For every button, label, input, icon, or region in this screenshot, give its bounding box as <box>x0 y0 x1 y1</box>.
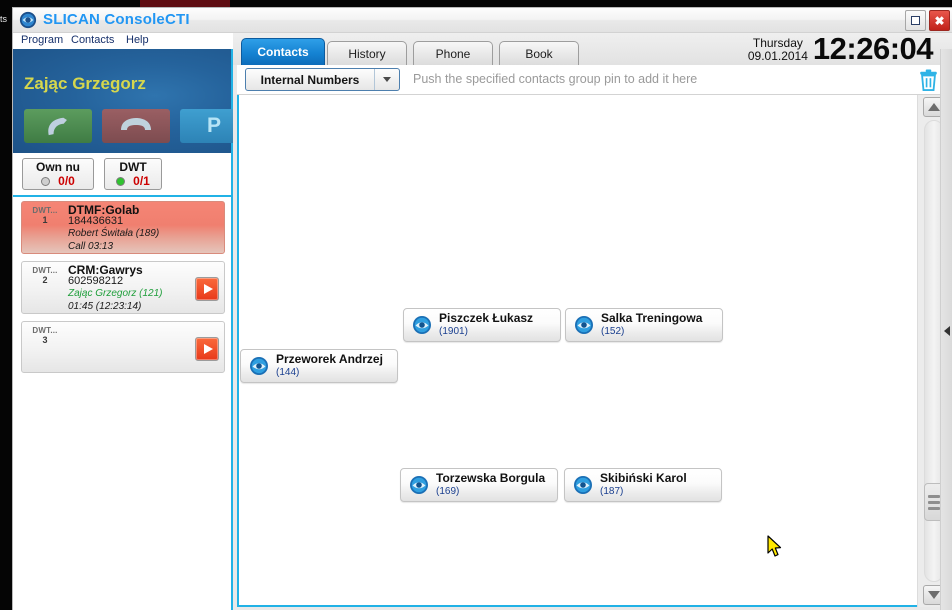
call-list-item[interactable]: DWT... 2 CRM:Gawrys 602598212 Zając Grze… <box>21 261 225 314</box>
call-number: 184436631 <box>68 215 124 227</box>
contact-globe-icon <box>410 476 428 494</box>
call-line-label: DWT... <box>32 326 58 335</box>
application-window: SLICAN ConsoleCTI ✖ Program Contacts Hel… <box>12 7 952 610</box>
contact-globe-icon <box>574 476 592 494</box>
tab-contacts[interactable]: Contacts <box>241 38 325 65</box>
play-icon <box>203 284 213 294</box>
handset-hangup-icon <box>121 118 151 130</box>
tab-history[interactable]: History <box>327 41 407 65</box>
collapse-panel-strip[interactable] <box>940 49 952 610</box>
close-window-icon: ✖ <box>934 13 945 28</box>
title-bar: SLICAN ConsoleCTI ✖ <box>13 8 952 33</box>
call-duration: Call 03:13 <box>68 241 114 252</box>
status-chip-label: Own nu <box>36 160 80 174</box>
group-drop-hint: Push the specified contacts group pin to… <box>413 72 698 86</box>
status-chip-count: 0/0 <box>58 174 75 188</box>
contact-card[interactable]: Piszczek Łukasz (1901) <box>403 308 561 342</box>
call-line-number: 2 <box>42 275 48 285</box>
park-icon: P <box>206 114 221 137</box>
contact-extension: (144) <box>276 367 300 378</box>
tab-book[interactable]: Book <box>499 41 579 65</box>
main-panel: Contacts History Phone Book Thursday 09.… <box>233 33 952 610</box>
status-chip-label: DWT <box>119 160 147 174</box>
contacts-canvas[interactable]: Piszczek Łukasz (1901) Salka Treningowa … <box>237 95 917 607</box>
contact-globe-icon <box>575 316 593 334</box>
app-title: SLICAN ConsoleCTI <box>43 11 190 28</box>
call-duration: 01:45 (12:23:14) <box>68 301 142 312</box>
desktop-edge-text: ts <box>0 14 8 24</box>
group-select-arrow[interactable] <box>374 69 399 90</box>
mouse-cursor <box>767 535 782 557</box>
contact-card[interactable]: Torzewska Borgula (169) <box>400 468 558 502</box>
status-chip-dwt[interactable]: DWT 0/1 <box>104 158 162 190</box>
play-icon <box>203 344 213 354</box>
contact-name: Przeworek Andrzej <box>276 352 383 366</box>
scroll-thumb-grip <box>928 506 940 510</box>
contact-card[interactable]: Przeworek Andrzej (144) <box>240 349 398 383</box>
call-line-label: DWT... <box>32 206 58 215</box>
clock-date-block: Thursday 09.01.2014 <box>748 35 808 63</box>
restore-window-icon <box>911 16 920 25</box>
trash-icon[interactable] <box>918 69 939 91</box>
call-line-label: DWT... <box>32 266 58 275</box>
left-panel: Zając Grzegorz P Own nu 0/0 DWT 0/1 DWT.… <box>13 49 248 610</box>
hangup-call-button[interactable] <box>102 109 170 143</box>
contact-extension: (1901) <box>439 326 468 337</box>
answer-call-button[interactable] <box>24 109 92 143</box>
user-panel: Zając Grzegorz P <box>13 49 248 153</box>
call-line-number: 1 <box>42 215 48 225</box>
group-select-value: Internal Numbers <box>260 72 360 87</box>
play-recording-button[interactable] <box>195 277 219 301</box>
status-led-icon <box>41 176 51 186</box>
scroll-down-arrow-icon <box>928 591 940 599</box>
contact-name: Torzewska Borgula <box>436 471 546 485</box>
scroll-thumb-grip <box>928 500 940 504</box>
status-led-icon <box>116 176 126 186</box>
contact-card[interactable]: Salka Treningowa (152) <box>565 308 723 342</box>
group-bar: Internal Numbers Push the specified cont… <box>237 65 949 95</box>
contact-globe-icon <box>250 357 268 375</box>
collapse-panel-left-arrow-icon[interactable] <box>944 326 950 336</box>
menu-item-contacts[interactable]: Contacts <box>71 34 114 46</box>
contact-extension: (152) <box>601 326 625 337</box>
close-window-button[interactable]: ✖ <box>929 10 950 31</box>
contact-name: Skibiński Karol <box>600 471 687 485</box>
clock-date: 09.01.2014 <box>747 49 808 63</box>
group-select[interactable]: Internal Numbers <box>245 68 400 91</box>
handset-pickup-icon <box>48 117 67 136</box>
contact-extension: (169) <box>436 486 460 497</box>
contact-name: Salka Treningowa <box>601 311 703 325</box>
call-action-buttons: P <box>24 109 248 143</box>
screen: ts SLICAN ConsoleCTI ✖ Program Contacts … <box>0 0 952 610</box>
contact-extension: (187) <box>600 486 624 497</box>
status-chip-count: 0/1 <box>133 174 150 188</box>
chevron-down-icon <box>383 77 391 82</box>
call-list: DWT... 1 DTMF:Golab 184436631 Robert Świ… <box>21 201 225 380</box>
call-number: 602598212 <box>68 275 124 287</box>
menu-item-program[interactable]: Program <box>21 34 63 46</box>
scroll-thumb-grip <box>928 494 940 498</box>
status-chip-own-number[interactable]: Own nu 0/0 <box>22 158 94 190</box>
contact-globe-icon <box>413 316 431 334</box>
status-chip-row: Own nu 0/0 DWT 0/1 <box>13 153 231 197</box>
slican-globe-icon <box>19 11 37 29</box>
user-name: Zając Grzegorz <box>24 74 146 93</box>
call-person: Zając Grzegorz (121) <box>68 288 163 299</box>
contact-card[interactable]: Skibiński Karol (187) <box>564 468 722 502</box>
call-list-item[interactable]: DWT... 3 <box>21 321 225 373</box>
clock: Thursday 09.01.2014 12:26:04 <box>748 31 934 66</box>
tab-phone[interactable]: Phone <box>413 41 493 65</box>
call-person: Robert Świtała (189) <box>68 228 160 239</box>
contact-name: Piszczek Łukasz <box>439 311 534 325</box>
call-line-number: 3 <box>42 335 48 345</box>
clock-time: 12:26:04 <box>812 31 934 66</box>
play-recording-button[interactable] <box>195 337 219 361</box>
call-list-item[interactable]: DWT... 1 DTMF:Golab 184436631 Robert Świ… <box>21 201 225 254</box>
restore-window-button[interactable] <box>905 10 926 31</box>
scroll-up-arrow-icon <box>928 103 940 111</box>
window-controls: ✖ <box>905 10 950 31</box>
tab-strip: Contacts History Phone Book Thursday 09.… <box>233 33 952 65</box>
menu-item-help[interactable]: Help <box>126 34 149 46</box>
